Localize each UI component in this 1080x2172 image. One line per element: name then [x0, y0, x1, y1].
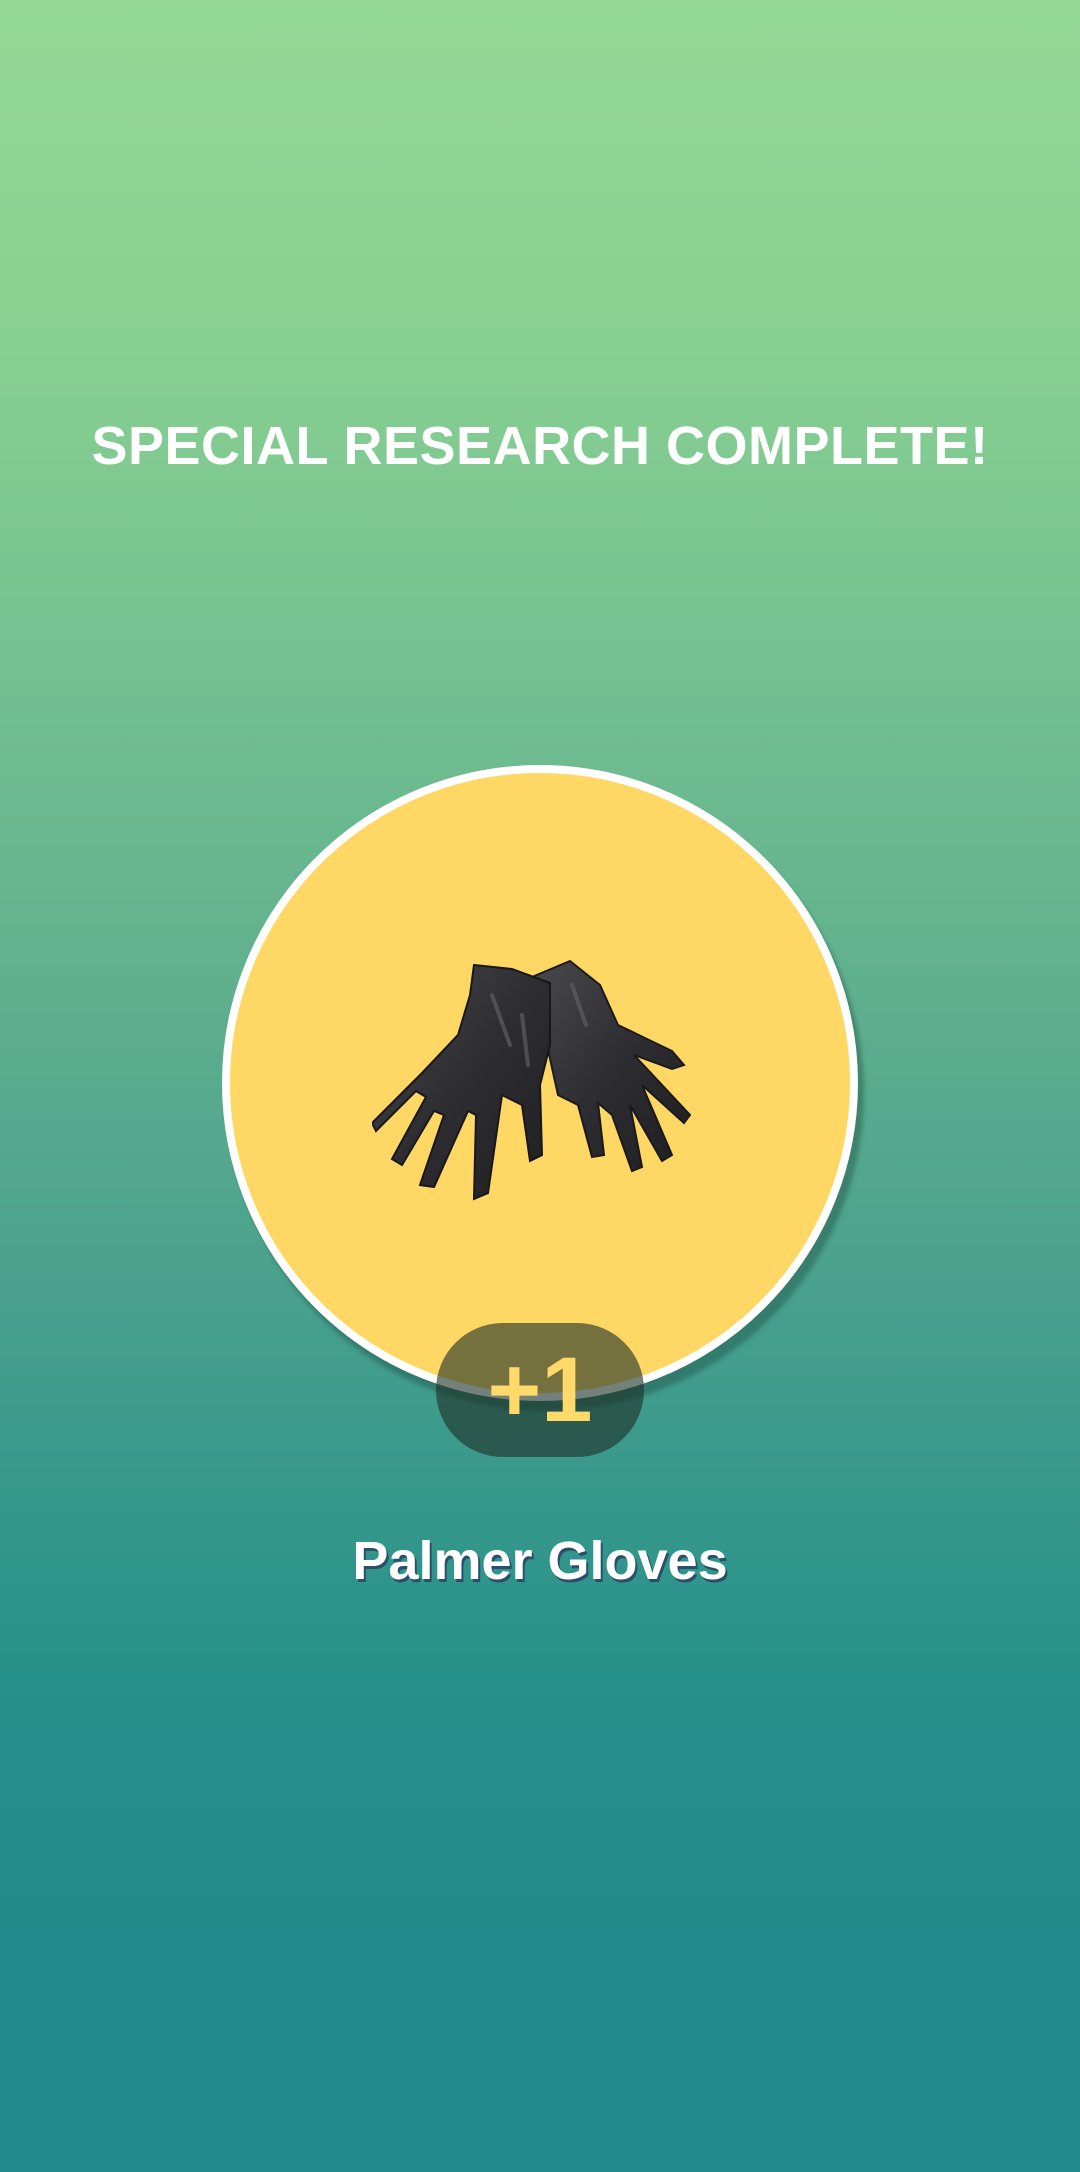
reward-item-name: Palmer Gloves	[352, 1531, 728, 1591]
reward-count-badge: +1	[436, 1323, 644, 1457]
page-title: SPECIAL RESEARCH COMPLETE!	[91, 416, 989, 476]
reward-item[interactable]	[222, 765, 858, 1401]
gloves-icon	[372, 959, 692, 1201]
